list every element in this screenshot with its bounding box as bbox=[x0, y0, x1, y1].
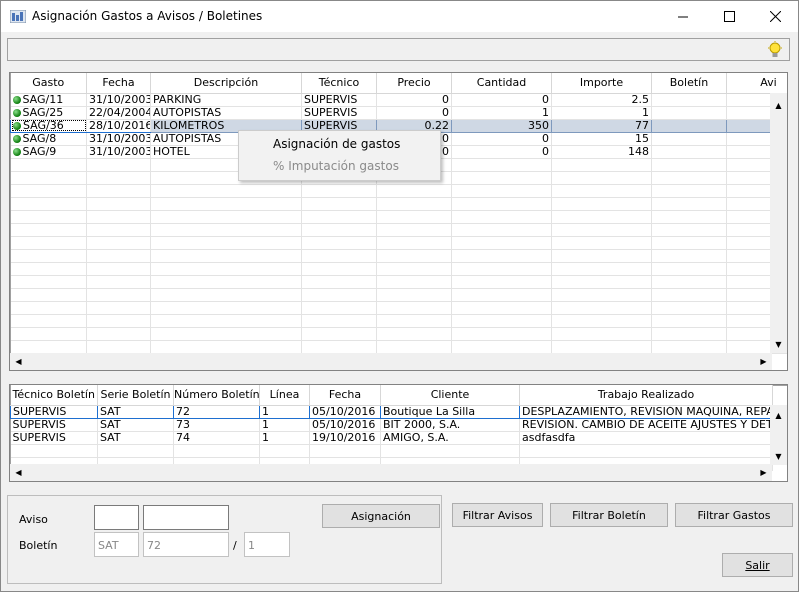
scroll-down-icon[interactable]: ▼ bbox=[770, 336, 787, 353]
col-descripcion[interactable]: Descripción bbox=[150, 73, 302, 94]
gastos-horizontal-scrollbar[interactable]: ◀ ▶ bbox=[10, 353, 772, 370]
col-fecha[interactable]: Fecha bbox=[86, 73, 151, 94]
filtrar-avisos-button[interactable]: Filtrar Avisos bbox=[452, 503, 543, 527]
status-dot-icon bbox=[12, 95, 21, 104]
boletines-vertical-scrollbar[interactable]: ▲ ▼ bbox=[770, 405, 787, 465]
col-boletin[interactable]: Boletín bbox=[651, 73, 727, 94]
col-fecha-boletin[interactable]: Fecha bbox=[309, 385, 381, 406]
scroll-up-icon[interactable]: ▲ bbox=[770, 407, 787, 424]
col-cantidad[interactable]: Cantidad bbox=[451, 73, 552, 94]
minimize-icon bbox=[677, 16, 688, 18]
asignacion-button[interactable]: Asignación bbox=[322, 504, 440, 528]
table-row[interactable]: SUPERVIS SAT 73 1 05/10/2016 BIT 2000, S… bbox=[10, 418, 773, 432]
maximize-icon bbox=[723, 11, 735, 22]
col-numero-boletin[interactable]: Número Boletín bbox=[173, 385, 260, 406]
title-bar[interactable]: Asignación Gastos a Avisos / Boletines bbox=[1, 1, 798, 32]
table-row[interactable]: SUPERVIS SAT 74 1 19/10/2016 AMIGO, S.A.… bbox=[10, 431, 773, 445]
filtrar-gastos-button[interactable]: Filtrar Gastos bbox=[675, 503, 793, 527]
col-precio[interactable]: Precio bbox=[376, 73, 452, 94]
scroll-up-icon[interactable]: ▲ bbox=[770, 97, 787, 114]
col-trabajo-realizado[interactable]: Trabajo Realizado bbox=[519, 385, 773, 406]
maximize-button[interactable] bbox=[706, 1, 752, 32]
salir-button[interactable]: Salir bbox=[722, 553, 793, 577]
boletines-grid[interactable]: Técnico Boletín Serie Boletín Número Bol… bbox=[9, 384, 788, 482]
filtrar-boletin-button[interactable]: Filtrar Boletín bbox=[550, 503, 668, 527]
boletin-serie-input[interactable]: SAT bbox=[94, 532, 139, 557]
gastos-grid[interactable]: Gasto Fecha Descripción Técnico Precio C… bbox=[9, 72, 788, 371]
aviso-numero-input[interactable] bbox=[143, 505, 229, 530]
table-row[interactable]: SAG/11 31/10/2003 PARKING SUPERVIS 0 0 2… bbox=[10, 93, 787, 107]
boletin-numero-input[interactable]: 72 bbox=[143, 532, 229, 557]
scroll-left-icon[interactable]: ◀ bbox=[10, 353, 27, 370]
menu-item-asignacion-gastos[interactable]: Asignación de gastos bbox=[273, 137, 400, 151]
col-tecnico-boletin[interactable]: Técnico Boletín bbox=[10, 385, 98, 406]
lightbulb-icon[interactable] bbox=[767, 41, 783, 59]
gastos-vertical-scrollbar[interactable]: ▲ ▼ bbox=[770, 93, 787, 353]
boletines-header-row: Técnico Boletín Serie Boletín Número Bol… bbox=[10, 385, 773, 406]
app-icon bbox=[10, 10, 26, 23]
col-gasto[interactable]: Gasto bbox=[10, 73, 87, 94]
aviso-serie-input[interactable] bbox=[94, 505, 139, 530]
toolbar bbox=[7, 38, 790, 61]
separator-slash: / bbox=[233, 539, 237, 552]
col-aviso[interactable]: Avi bbox=[726, 73, 787, 94]
scroll-right-icon[interactable]: ▶ bbox=[755, 464, 772, 481]
col-importe[interactable]: Importe bbox=[551, 73, 652, 94]
status-dot-icon bbox=[12, 147, 21, 156]
gastos-header-row: Gasto Fecha Descripción Técnico Precio C… bbox=[10, 73, 787, 94]
table-row[interactable]: SAG/25 22/04/2004 AUTOPISTAS SUPERVIS 0 … bbox=[10, 106, 787, 120]
status-dot-icon bbox=[13, 121, 21, 130]
col-serie-boletin[interactable]: Serie Boletín bbox=[97, 385, 174, 406]
boletines-horizontal-scrollbar[interactable]: ◀ ▶ bbox=[10, 464, 772, 481]
col-cliente[interactable]: Cliente bbox=[380, 385, 520, 406]
window-title: Asignación Gastos a Avisos / Boletines bbox=[32, 9, 263, 23]
menu-item-imputacion-gastos[interactable]: % Imputación gastos bbox=[273, 159, 399, 173]
boletin-linea-input[interactable]: 1 bbox=[244, 532, 290, 557]
scroll-down-icon[interactable]: ▼ bbox=[770, 448, 787, 465]
col-linea[interactable]: Línea bbox=[259, 385, 310, 406]
close-icon bbox=[769, 11, 781, 22]
status-dot-icon bbox=[12, 108, 21, 117]
close-button[interactable] bbox=[752, 1, 798, 32]
main-window: Asignación Gastos a Avisos / Boletines G… bbox=[0, 0, 799, 592]
col-tecnico[interactable]: Técnico bbox=[301, 73, 377, 94]
scroll-left-icon[interactable]: ◀ bbox=[10, 464, 27, 481]
minimize-button[interactable] bbox=[660, 1, 706, 32]
scroll-right-icon[interactable]: ▶ bbox=[755, 353, 772, 370]
table-row-selected[interactable]: SUPERVIS SAT 72 1 05/10/2016 Boutique La… bbox=[10, 404, 773, 419]
aviso-label: Aviso bbox=[19, 513, 48, 526]
context-menu: Asignación de gastos % Imputación gastos bbox=[238, 130, 441, 181]
status-dot-icon bbox=[12, 134, 21, 143]
boletin-label: Boletín bbox=[19, 539, 58, 552]
